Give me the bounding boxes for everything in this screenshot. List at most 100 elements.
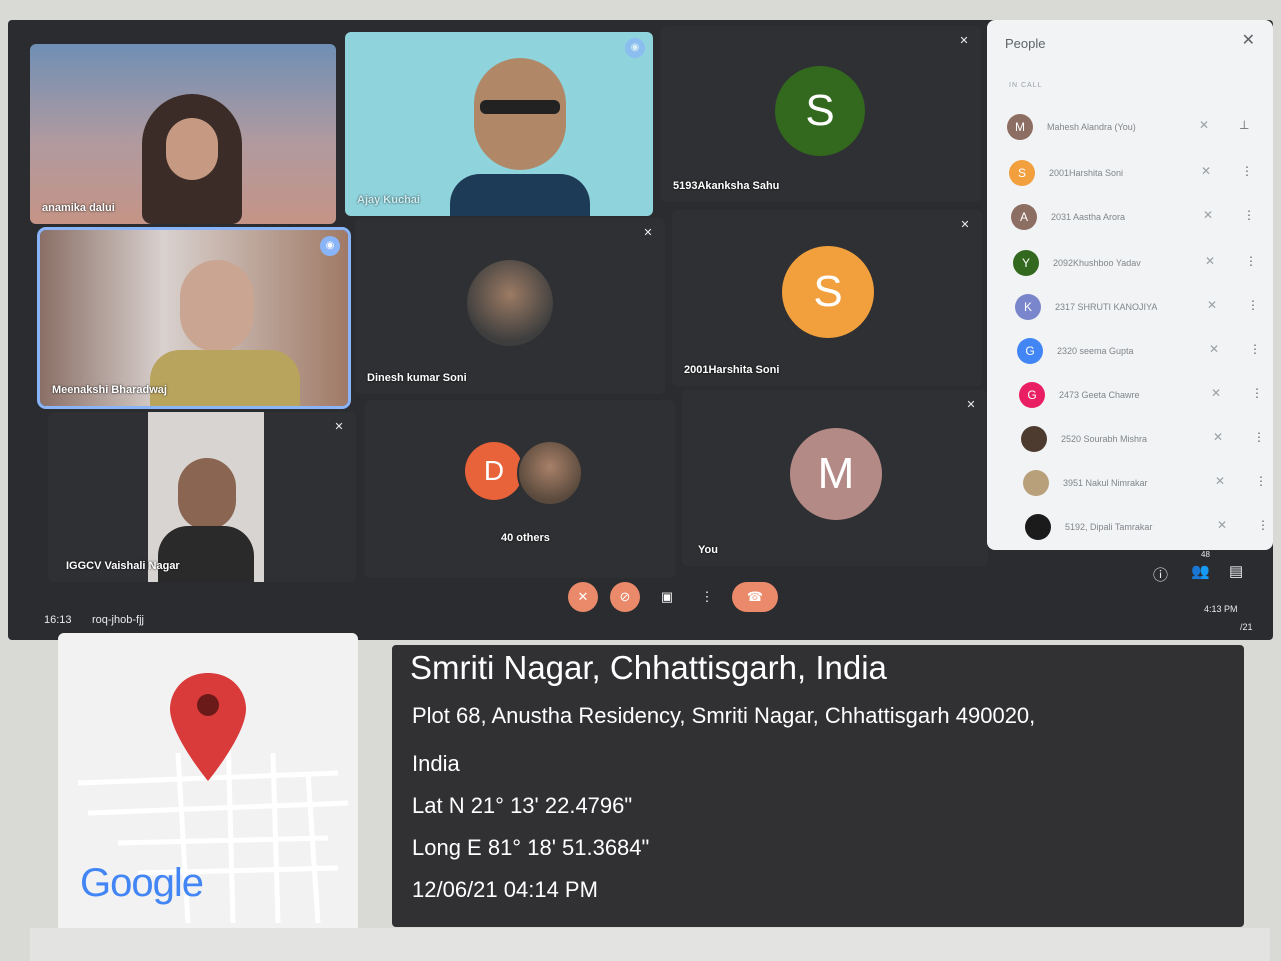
- people-list-item[interactable]: 5192, Dipali Tamrakar ✕ ⋮: [1025, 514, 1273, 544]
- mic-off-icon: ✕: [643, 227, 653, 239]
- location-title: Smriti Nagar, Chhattisgarh, India: [410, 649, 887, 686]
- mic-off-icon: ✕: [1205, 254, 1216, 268]
- mic-off-icon: ✕: [1217, 518, 1228, 532]
- mic-off-icon: ✕: [1211, 386, 1222, 400]
- participant-tile-harshita[interactable]: S ✕ 2001Harshita Soni: [672, 210, 982, 386]
- people-list-item[interactable]: 3951 Nakul Nimrakar ✕ ⋮: [1023, 470, 1273, 500]
- speaking-icon: ◉: [625, 38, 645, 58]
- location-country: India: [412, 751, 460, 776]
- mic-off-icon: ✕: [960, 219, 970, 231]
- participant-name: anamika dalui: [42, 202, 115, 214]
- location-datetime: 12/06/21 04:14 PM: [412, 877, 598, 902]
- participant-tile-meenakshi[interactable]: ◉ Meenakshi Bharadwaj: [37, 227, 351, 409]
- participant-video: [150, 250, 300, 406]
- people-list-item[interactable]: S 2001Harshita Soni ✕ ⋮: [1009, 160, 1271, 190]
- location-longitude: Long E 81° 18' 51.3684": [412, 835, 650, 860]
- participant-video: [450, 50, 590, 216]
- participant-name: Mahesh Alandra (You): [1047, 122, 1136, 132]
- laptop-keyboard: [30, 928, 1270, 961]
- participant-tile-you[interactable]: M ✕ You: [682, 390, 988, 566]
- present-icon[interactable]: ▣: [652, 582, 682, 612]
- meet-screen: anamika dalui ◉ Ajay Kuchai S ✕ 5193Akan…: [8, 20, 1273, 640]
- participant-tile-others[interactable]: D 40 others: [365, 400, 675, 578]
- more-vert-icon[interactable]: ⋮: [692, 582, 722, 612]
- people-list-item[interactable]: K 2317 SHRUTI KANOJIYA ✕ ⋮: [1015, 294, 1273, 324]
- more-vert-icon[interactable]: ⋮: [1249, 342, 1261, 356]
- mic-off-icon: ✕: [1209, 342, 1220, 356]
- participant-avatar: M: [790, 428, 882, 520]
- chat-icon[interactable]: ▤: [1229, 562, 1243, 580]
- people-list-item[interactable]: G 2473 Geeta Chawre ✕ ⋮: [1019, 382, 1273, 412]
- more-vert-icon[interactable]: ⋮: [1243, 208, 1255, 222]
- people-list-item[interactable]: Y 2092Khushboo Yadav ✕ ⋮: [1013, 250, 1273, 280]
- participant-name: 5193Akanksha Sahu: [673, 180, 780, 192]
- more-vert-icon[interactable]: ⋮: [1245, 254, 1257, 268]
- people-panel-title: People: [1005, 36, 1046, 51]
- more-vert-icon[interactable]: ⋮: [1241, 164, 1253, 178]
- people-list-item[interactable]: M Mahesh Alandra (You) ✕ ⊥: [1007, 114, 1269, 144]
- participant-tile-dinesh[interactable]: ✕ Dinesh kumar Soni: [355, 218, 665, 394]
- participant-avatar: M: [1007, 114, 1033, 140]
- participant-count: 48: [1201, 550, 1210, 559]
- participant-name: 2520 Sourabh Mishra: [1061, 434, 1148, 444]
- participant-avatar: S: [782, 246, 874, 338]
- more-vert-icon[interactable]: ⋮: [1247, 298, 1259, 312]
- mic-off-icon: ✕: [1207, 298, 1218, 312]
- people-list-item[interactable]: 2520 Sourabh Mishra ✕ ⋮: [1021, 426, 1273, 456]
- participant-name: 2473 Geeta Chawre: [1059, 390, 1140, 400]
- people-list-item[interactable]: G 2320 seema Gupta ✕ ⋮: [1017, 338, 1273, 368]
- hangup-icon[interactable]: ☎: [732, 582, 778, 612]
- more-vert-icon[interactable]: ⋮: [1255, 474, 1267, 488]
- participant-avatar: S: [1009, 160, 1035, 186]
- google-logo: Google: [80, 861, 204, 905]
- speaking-icon: ◉: [320, 236, 340, 256]
- participant-name: 2001Harshita Soni: [1049, 168, 1124, 178]
- more-vert-icon[interactable]: ⋮: [1253, 430, 1265, 444]
- participant-video: [142, 94, 242, 224]
- mic-off-icon: ✕: [959, 35, 969, 47]
- pin-icon[interactable]: ⊥: [1239, 118, 1249, 132]
- location-address: Plot 68, Anustha Residency, Smriti Nagar…: [412, 703, 1036, 728]
- system-date: /21: [1240, 622, 1253, 632]
- participant-photo: [467, 260, 553, 346]
- participant-avatar: S: [775, 66, 865, 156]
- participant-name: 2001Harshita Soni: [684, 364, 780, 376]
- mic-off-icon[interactable]: ✕: [568, 582, 598, 612]
- mic-off-icon: ✕: [1199, 118, 1210, 132]
- camera-off-icon[interactable]: ⊘: [610, 582, 640, 612]
- participant-photo: [517, 440, 583, 506]
- participant-avatar: K: [1015, 294, 1041, 320]
- system-clock: 4:13 PM: [1204, 604, 1238, 614]
- participant-video: [148, 412, 264, 582]
- more-vert-icon[interactable]: ⋮: [1251, 386, 1263, 400]
- close-icon[interactable]: ✕: [1242, 30, 1255, 50]
- location-overlay: Smriti Nagar, Chhattisgarh, India Plot 6…: [392, 645, 1244, 927]
- meeting-code: roq-jhob-fjj: [92, 614, 144, 626]
- map-thumbnail: Google: [58, 633, 358, 933]
- in-call-label: IN CALL: [1009, 82, 1043, 89]
- participant-name: 40 others: [501, 532, 550, 544]
- participant-name: 3951 Nakul Nimrakar: [1063, 478, 1148, 488]
- participant-avatar: G: [1017, 338, 1043, 364]
- participant-name: Meenakshi Bharadwaj: [52, 384, 167, 396]
- participant-tile-anamika[interactable]: anamika dalui: [30, 44, 336, 224]
- map-pin-icon: [170, 673, 246, 781]
- participant-tile-ajay[interactable]: ◉ Ajay Kuchai: [345, 32, 653, 216]
- mic-off-icon: ✕: [334, 421, 344, 433]
- people-icon[interactable]: 👥: [1191, 562, 1210, 580]
- participant-name: You: [698, 544, 718, 556]
- participant-name: 2092Khushboo Yadav: [1053, 258, 1141, 268]
- people-panel: People ✕ IN CALL M Mahesh Alandra (You) …: [987, 20, 1273, 550]
- more-vert-icon[interactable]: ⋮: [1257, 518, 1269, 532]
- participant-name: Dinesh kumar Soni: [367, 372, 467, 384]
- participant-photo: [1023, 470, 1049, 496]
- mic-off-icon: ✕: [1215, 474, 1226, 488]
- participant-name: 5192, Dipali Tamrakar: [1065, 522, 1153, 532]
- participant-name: 2320 seema Gupta: [1057, 346, 1134, 356]
- participant-name: 2031 Aastha Arora: [1051, 212, 1126, 222]
- info-icon[interactable]: ⓘ: [1153, 564, 1168, 585]
- participant-tile-vaishali[interactable]: ✕ IGGCV Vaishali Nagar: [48, 412, 356, 582]
- participant-tile-akanksha[interactable]: S ✕ 5193Akanksha Sahu: [661, 26, 981, 202]
- participant-avatar: Y: [1013, 250, 1039, 276]
- people-list-item[interactable]: A 2031 Aastha Arora ✕ ⋮: [1011, 204, 1273, 234]
